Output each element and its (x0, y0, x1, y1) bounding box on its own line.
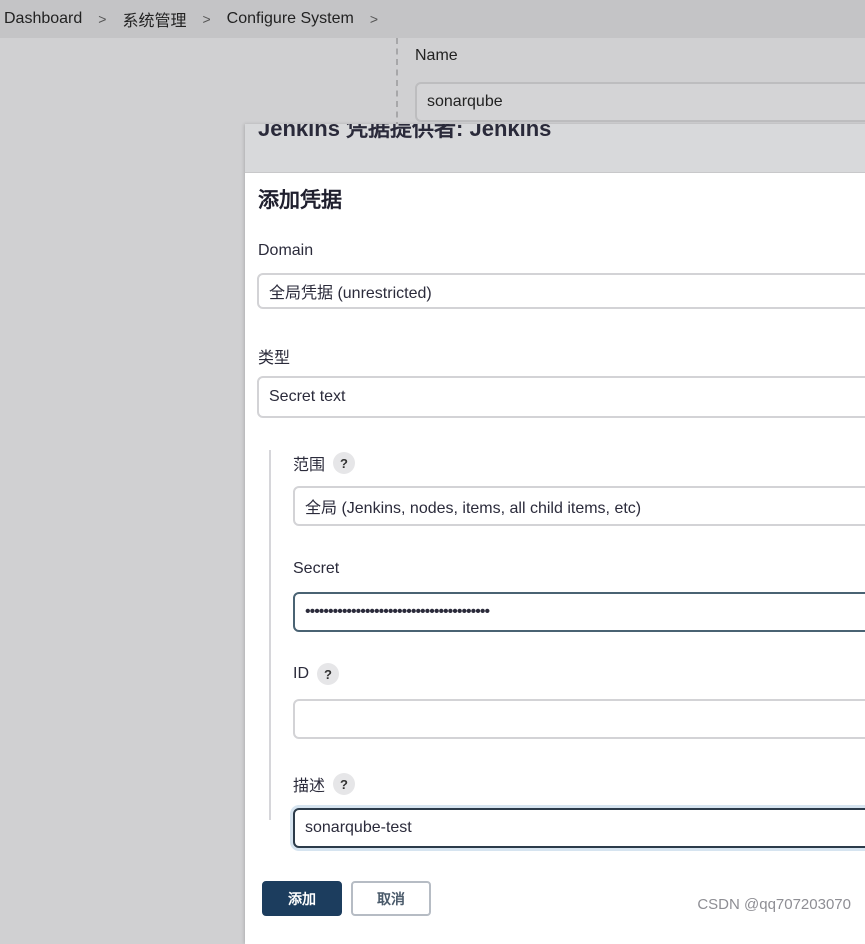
dialog-title: Jenkins 凭据提供者: Jenkins (258, 124, 552, 141)
chevron-right-icon: > (202, 11, 211, 27)
dialog-header: Jenkins 凭据提供者: Jenkins (245, 124, 865, 173)
scope-label-row: 范围 ? (293, 451, 356, 475)
breadcrumb-configure-system[interactable]: Configure System (223, 10, 358, 28)
secret-input[interactable]: •••••••••••••••••••••••••••••••••••••••• (293, 592, 865, 632)
watermark: CSDN @qq707203070 (697, 896, 851, 913)
cancel-button[interactable]: 取消 (351, 881, 431, 916)
add-credentials-dialog: Jenkins 凭据提供者: Jenkins 添加凭据 Domain 全局凭据 … (245, 124, 865, 944)
description-label: 描述 (293, 778, 326, 795)
scope-label: 范围 (293, 457, 326, 474)
help-icon[interactable]: ? (333, 452, 356, 474)
name-label: Name (415, 47, 458, 64)
chevron-right-icon: > (369, 11, 379, 27)
kind-label: 类型 (258, 350, 291, 367)
id-label: ID (293, 665, 309, 682)
name-input[interactable]: sonarqube (415, 82, 865, 122)
secret-label: Secret (293, 560, 340, 577)
breadcrumb: Dashboard > 系统管理 > Configure System > (0, 0, 865, 38)
help-icon[interactable]: ? (317, 663, 339, 685)
description-input[interactable]: sonarqube-test (293, 808, 865, 848)
domain-label: Domain (258, 242, 314, 259)
kind-select[interactable]: Secret text (257, 376, 865, 418)
id-input[interactable] (293, 699, 865, 739)
id-label-row: ID ? (293, 663, 339, 685)
chevron-right-icon: > (98, 11, 107, 27)
breadcrumb-system-management[interactable]: 系统管理 (118, 7, 190, 31)
help-icon[interactable]: ? (333, 773, 356, 795)
description-label-row: 描述 ? (293, 772, 356, 796)
domain-select[interactable]: 全局凭据 (unrestricted) (257, 273, 865, 309)
section-title: 添加凭据 (258, 189, 342, 212)
add-button[interactable]: 添加 (262, 881, 342, 916)
nested-section-bar (269, 450, 271, 820)
section-divider (396, 38, 398, 128)
breadcrumb-dashboard[interactable]: Dashboard (0, 10, 86, 28)
scope-select[interactable]: 全局 (Jenkins, nodes, items, all child ite… (293, 486, 865, 526)
